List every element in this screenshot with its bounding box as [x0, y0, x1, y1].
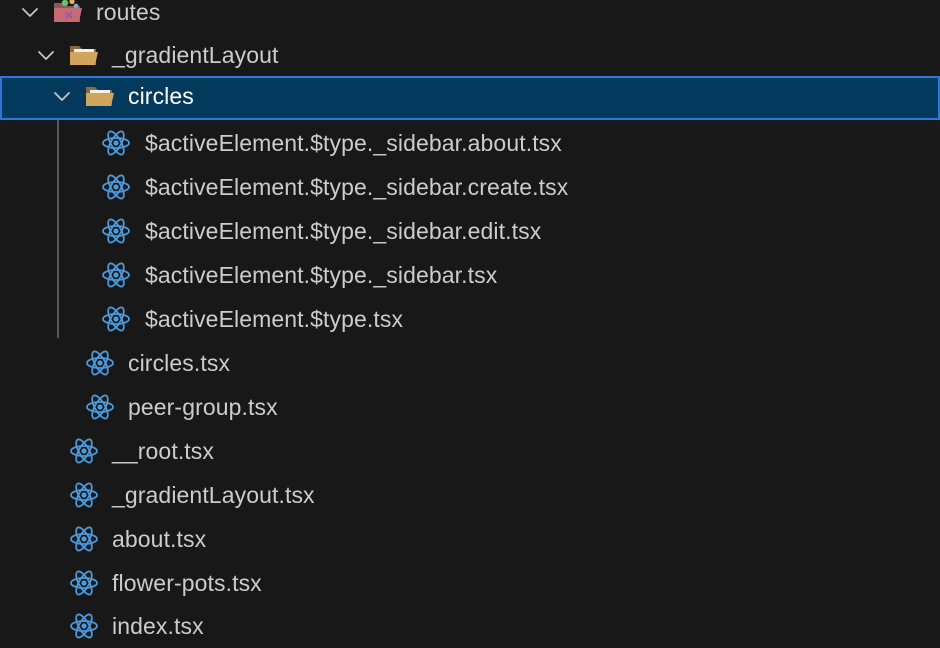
tree-file[interactable]: $activeElement.$type._sidebar.create.tsx	[0, 165, 940, 209]
react-file-icon	[68, 610, 100, 642]
react-file-icon	[68, 435, 100, 467]
react-file-icon	[84, 347, 116, 379]
tree-file[interactable]: peer-group.tsx	[0, 385, 940, 429]
react-file-icon	[100, 215, 132, 247]
file-label: $activeElement.$type._sidebar.about.tsx	[145, 130, 562, 156]
tree-file[interactable]: __root.tsx	[0, 429, 940, 473]
tree-folder-circles[interactable]: circles	[0, 76, 940, 120]
tree-folder-gradient-layout[interactable]: _gradientLayout	[0, 33, 940, 77]
react-file-icon	[100, 303, 132, 335]
tree-file[interactable]: $activeElement.$type.tsx	[0, 297, 940, 341]
tree-file[interactable]: $activeElement.$type._sidebar.about.tsx	[0, 121, 940, 165]
file-label: circles.tsx	[128, 350, 231, 376]
chevron-down-icon[interactable]	[52, 86, 72, 106]
folder-open-icon	[84, 82, 116, 110]
file-label: flower-pots.tsx	[112, 570, 262, 596]
routes-folder-icon	[52, 0, 84, 26]
file-label: _gradientLayout.tsx	[112, 482, 315, 508]
file-label: peer-group.tsx	[128, 394, 278, 420]
file-label: index.tsx	[112, 613, 204, 639]
react-file-icon	[68, 479, 100, 511]
tree-file[interactable]: flower-pots.tsx	[0, 561, 940, 605]
react-file-icon	[84, 391, 116, 423]
react-file-icon	[100, 171, 132, 203]
file-label: about.tsx	[112, 526, 207, 552]
folder-open-icon	[68, 41, 100, 69]
tree-file[interactable]: about.tsx	[0, 517, 940, 561]
react-file-icon	[100, 127, 132, 159]
chevron-down-icon[interactable]	[20, 2, 40, 22]
react-file-icon	[68, 567, 100, 599]
file-label: $activeElement.$type._sidebar.tsx	[145, 262, 498, 288]
tree-file[interactable]: $activeElement.$type._sidebar.tsx	[0, 253, 940, 297]
file-explorer-tree: routes _gradientLayout circles $activeEl…	[0, 0, 940, 648]
tree-file[interactable]: $activeElement.$type._sidebar.edit.tsx	[0, 209, 940, 253]
file-label: $activeElement.$type._sidebar.edit.tsx	[145, 218, 542, 244]
tree-folder-routes[interactable]: routes	[0, 0, 940, 34]
tree-file[interactable]: circles.tsx	[0, 341, 940, 385]
chevron-down-icon[interactable]	[36, 45, 56, 65]
react-file-icon	[100, 259, 132, 291]
file-label: $activeElement.$type.tsx	[145, 306, 404, 332]
tree-file[interactable]: index.tsx	[0, 604, 940, 648]
file-label: $activeElement.$type._sidebar.create.tsx	[145, 174, 569, 200]
folder-label: circles	[128, 83, 194, 109]
tree-file[interactable]: _gradientLayout.tsx	[0, 473, 940, 517]
folder-label: _gradientLayout	[112, 42, 279, 68]
folder-label: routes	[96, 0, 161, 25]
react-file-icon	[68, 523, 100, 555]
file-label: __root.tsx	[112, 438, 214, 464]
